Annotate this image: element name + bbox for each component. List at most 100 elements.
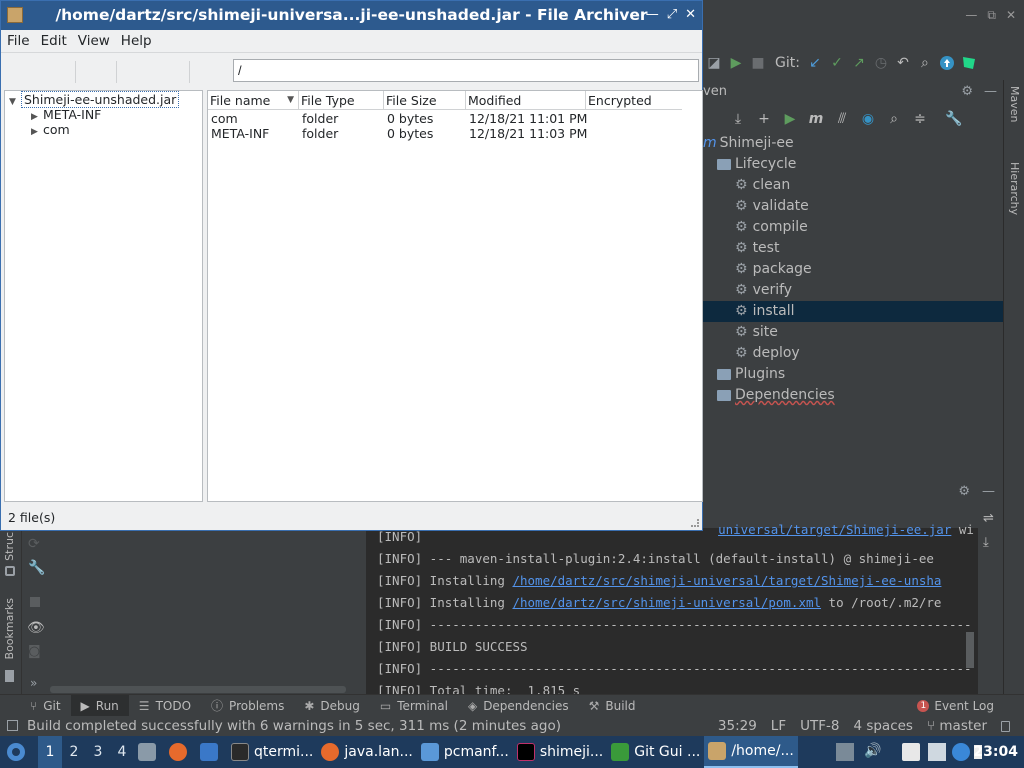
restore-icon[interactable]: ⧉ (987, 8, 996, 23)
maven-dependencies[interactable]: Dependencies (717, 385, 835, 406)
clipboard-icon[interactable] (902, 743, 920, 761)
indent-setting[interactable]: 4 spaces (853, 718, 913, 734)
hide-icon[interactable]: — (982, 484, 995, 499)
maven-lifecycle[interactable]: Lifecycle (717, 154, 796, 175)
maven-goal-clean[interactable]: ⚙ clean (735, 175, 790, 196)
taskbar-item-pcmanfm[interactable]: pcmanf... (417, 736, 513, 768)
event-log-tab[interactable]: 1 Event Log (917, 695, 994, 717)
tray-updates-icon[interactable] (836, 743, 854, 761)
run-icon[interactable]: ▶ (779, 108, 801, 130)
column-file-size[interactable]: File Size (384, 91, 466, 110)
stop-icon[interactable]: ■ (747, 52, 769, 74)
console-link[interactable]: universal/target/Shimeji-ee.jar (718, 522, 951, 537)
maven-goal-package[interactable]: ⚙ package (735, 259, 812, 280)
structure-tool-tab[interactable]: Struc (3, 532, 16, 561)
taskbar-item-qterminal[interactable]: qtermi... (227, 736, 317, 768)
profile-icon[interactable]: ▶ (725, 52, 747, 74)
tab-debug[interactable]: ✱ Debug (294, 695, 370, 717)
maven-goal-deploy[interactable]: ⚙ deploy (735, 343, 800, 364)
maven-goal-icon[interactable]: m (805, 108, 827, 130)
git-commit-icon[interactable]: ✓ (826, 52, 848, 74)
more-icon[interactable]: » (30, 676, 37, 690)
search-icon[interactable]: ⌕ (914, 52, 936, 74)
hierarchy-tool-tab[interactable]: Hierarchy (1008, 162, 1021, 215)
settings-icon[interactable]: ⚙ (961, 84, 973, 99)
maven-goal-verify[interactable]: ⚙ verify (735, 280, 792, 301)
volume-icon[interactable]: 🔊 (864, 743, 882, 761)
menu-edit[interactable]: Edit (35, 33, 72, 49)
console-link[interactable]: /home/dartz/src/shimeji-universal/target… (512, 573, 941, 588)
column-modified[interactable]: Modified (466, 91, 586, 110)
minimize-icon[interactable]: — (965, 8, 977, 23)
find-icon[interactable]: ⌕ (883, 108, 905, 130)
bookmarks-tool-tab[interactable]: Bookmarks (3, 598, 16, 659)
git-update-icon[interactable]: ↙ (804, 52, 826, 74)
tab-todo[interactable]: ☰ TODO (129, 695, 201, 717)
menu-help[interactable]: Help (115, 33, 157, 49)
maven-goal-compile[interactable]: ⚙ compile (735, 217, 808, 238)
menu-view[interactable]: View (72, 33, 115, 49)
maven-goal-site[interactable]: ⚙ site (735, 322, 778, 343)
close-icon[interactable]: ✕ (1006, 8, 1016, 23)
coverage-icon[interactable]: ◪ (703, 52, 725, 74)
file-encoding[interactable]: UTF-8 (800, 718, 839, 734)
git-push-icon[interactable]: ↗ (848, 52, 870, 74)
update-icon[interactable] (936, 52, 958, 74)
toggle-offline-icon[interactable]: ⫻ (831, 108, 853, 130)
taskbar-item-archiver[interactable]: /home/... (704, 736, 798, 768)
tree-item-meta-inf[interactable]: ▶ META-INF (31, 107, 101, 122)
tab-build[interactable]: ⚒ Build (579, 695, 646, 717)
rerun-icon[interactable]: ⟳ (28, 536, 40, 552)
caret-position[interactable]: 35:29 (718, 718, 757, 734)
stop-icon[interactable] (30, 597, 40, 607)
resize-grip[interactable] (691, 519, 699, 527)
maven-plugins[interactable]: Plugins (717, 364, 785, 385)
git-branch[interactable]: ⑂ master (927, 718, 987, 734)
start-menu-button[interactable] (0, 736, 32, 768)
tree-root[interactable]: ▼ Shimeji-ee-unshaded.jar (9, 91, 180, 110)
maven-goal-install[interactable]: ⚙ install (703, 301, 1003, 322)
collapse-all-icon[interactable]: ≑ (909, 108, 931, 130)
eye-icon[interactable]: 👁 (27, 620, 45, 636)
maven-tool-tab[interactable]: m Maven (1008, 86, 1024, 122)
launcher-desktop[interactable] (196, 736, 227, 768)
notifications-icon[interactable] (952, 743, 970, 761)
hide-icon[interactable]: — (984, 84, 997, 99)
clock[interactable]: 23:04 (973, 736, 1018, 768)
display-icon[interactable] (928, 743, 946, 761)
tree-item-com[interactable]: ▶ com (31, 122, 70, 137)
tab-problems[interactable]: ⓘ Problems (201, 695, 294, 717)
wrench-icon[interactable]: 🔧 (28, 560, 45, 576)
horizontal-scrollbar[interactable] (50, 686, 346, 693)
workspace-3[interactable]: 3 (86, 744, 110, 760)
tab-dependencies[interactable]: ◈ Dependencies (458, 695, 579, 717)
wrench-icon[interactable]: 🔧 (943, 108, 965, 130)
jetbrains-icon[interactable] (958, 52, 980, 74)
rollback-icon[interactable]: ↶ (892, 52, 914, 74)
path-field[interactable] (233, 59, 699, 82)
maven-goal-test[interactable]: ⚙ test (735, 238, 779, 259)
menu-file[interactable]: File (1, 33, 35, 49)
launcher-files[interactable] (134, 736, 165, 768)
workspace-4[interactable]: 4 (110, 744, 134, 760)
tab-run[interactable]: ▶ Run (70, 694, 129, 717)
taskbar-item-firefox[interactable]: java.lan... (317, 736, 416, 768)
history-icon[interactable]: ◷ (870, 52, 892, 74)
console-scrollbar[interactable] (966, 632, 974, 668)
workspace-1[interactable]: 1 (38, 736, 62, 768)
launcher-firefox[interactable] (165, 736, 196, 768)
expand-down-icon[interactable]: ▼ (9, 95, 21, 110)
maximize-icon[interactable]: ⤢ (667, 7, 677, 22)
tab-git[interactable]: ⑂ Git (20, 695, 71, 717)
maven-goal-validate[interactable]: ⚙ validate (735, 196, 809, 217)
taskbar-item-git-gui[interactable]: Git Gui ... (607, 736, 704, 768)
download-icon[interactable]: ⤓ (727, 108, 749, 130)
workspace-2[interactable]: 2 (62, 744, 86, 760)
settings-icon[interactable]: ⚙ (958, 484, 970, 499)
console-link[interactable]: /home/dartz/src/shimeji-universal/pom.xm… (512, 595, 821, 610)
window-titlebar[interactable]: /home/dartz/src/shimeji-universa...ji-ee… (1, 1, 702, 30)
skip-tests-icon[interactable]: ◉ (857, 108, 879, 130)
column-file-name[interactable]: File name ▼ (208, 91, 299, 110)
minimize-icon[interactable]: — (646, 7, 659, 22)
tool-windows-icon[interactable] (7, 720, 18, 731)
